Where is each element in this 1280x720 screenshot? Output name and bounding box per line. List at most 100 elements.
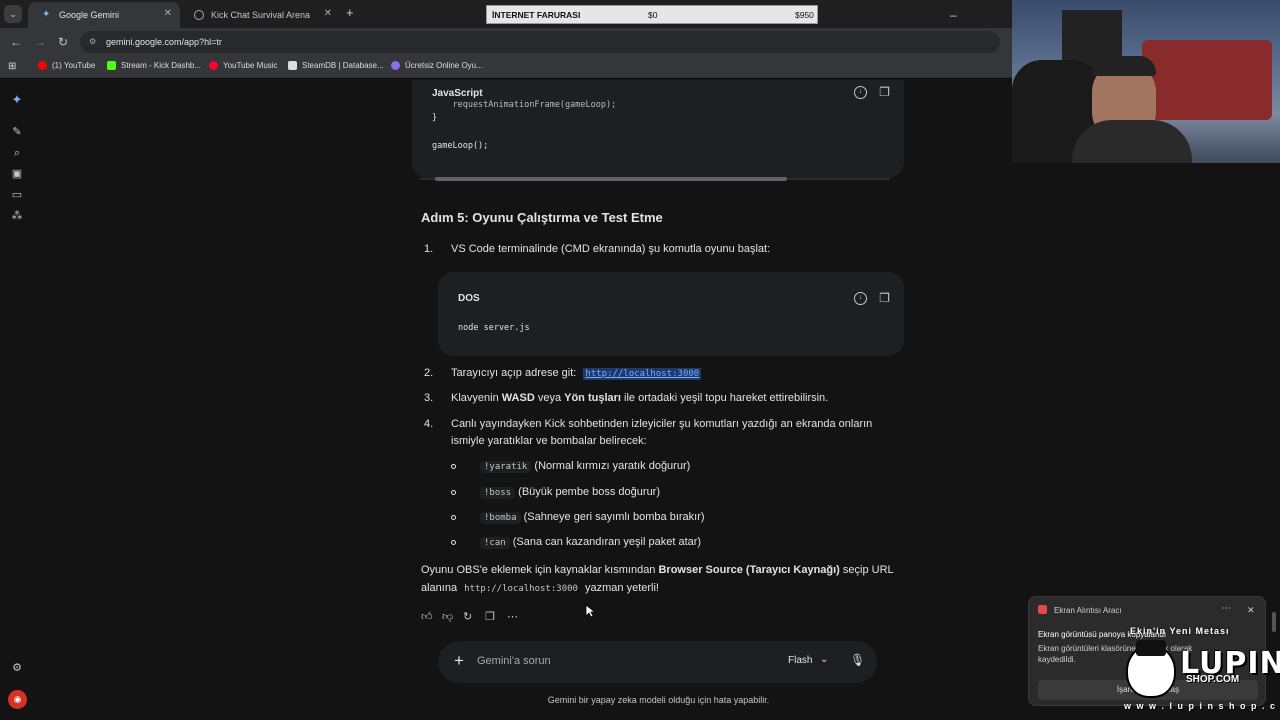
prompt-input[interactable]: Gemini'a sorun	[477, 655, 551, 667]
command-code: !yaratik	[480, 461, 532, 473]
command-desc: (Sahneye geri sayımlı bomba bırakır)	[523, 511, 705, 523]
list-number: 3.	[424, 392, 434, 404]
close-tab-icon[interactable]: ✕	[324, 8, 332, 19]
copy-response-icon[interactable]: ❐	[485, 610, 495, 623]
microphone-icon[interactable]: 🎙︎	[850, 653, 865, 667]
gems-icon[interactable]: ▭	[11, 189, 23, 201]
bookmark-steamdb[interactable]: SteamDB | Database...	[288, 61, 384, 70]
code-scrollbar-thumb[interactable]	[435, 177, 787, 181]
close-tab-icon[interactable]: ✕	[164, 8, 172, 19]
new-chat-icon[interactable]: ✎	[11, 126, 23, 138]
more-options-icon[interactable]: ⋯	[507, 610, 518, 623]
close-icon[interactable]: ✕	[1247, 605, 1255, 616]
search-icon[interactable]: ⌕	[11, 147, 23, 159]
code-block-javascript: JavaScript ↓ ❐ requestAnimationFrame(gam…	[412, 80, 904, 178]
command-desc: (Normal kırmızı yaratık doğurur)	[534, 460, 691, 472]
apps-grid-icon[interactable]: ⊞	[8, 61, 16, 72]
bullet-icon	[451, 515, 456, 520]
bookmark-label: (1) YouTube	[52, 61, 96, 70]
internet-bill-overlay: İNTERNET FARURASI $0 $950	[486, 5, 818, 24]
copy-code-icon[interactable]: ❐	[878, 86, 891, 99]
text-fragment: veya	[534, 392, 565, 404]
text-fragment: seçip URL	[839, 564, 894, 576]
address-bar[interactable]: ⚙ gemini.google.com/app?hl=tr	[80, 31, 1000, 53]
more-options-icon[interactable]: ⋯	[1221, 603, 1231, 614]
text-fragment: yazman yeterli!	[581, 582, 659, 594]
bold-text: WASD	[501, 392, 535, 404]
text-fragment: alanına	[421, 582, 461, 594]
bookmark-kick[interactable]: Stream - Kick Dashb...	[107, 61, 201, 70]
chevron-down-icon[interactable]: ⌄	[820, 654, 828, 665]
youtube-music-icon	[209, 61, 218, 70]
gallery-icon[interactable]: ▣	[11, 168, 23, 180]
bookmark-label: SteamDB | Database...	[302, 61, 384, 70]
gemini-favicon-icon: ✦	[42, 9, 51, 20]
list-item-3: Klavyenin WASD veya Yön tuşları ile orta…	[451, 392, 828, 404]
reload-icon[interactable]: ↻	[58, 35, 68, 49]
thumbs-down-icon[interactable]: 👎︎	[442, 610, 453, 623]
webcam-overlay	[1012, 0, 1280, 163]
list-item-text: ismiyle yaratıklar ve bombalar belirecek…	[451, 435, 647, 447]
bookmarks-bar: ⊞ (1) YouTube Stream - Kick Dashb... You…	[0, 56, 1012, 78]
download-code-icon[interactable]: ↓	[854, 86, 867, 99]
top-hat-icon	[1136, 640, 1166, 656]
list-item-2: Tarayıcıyı açıp adrese git: http://local…	[451, 367, 702, 380]
tab-search-button[interactable]: ⌄	[4, 5, 22, 23]
tab-google-gemini[interactable]: ✦ Google Gemini ✕	[28, 2, 180, 28]
notification-body: kaydedildi.	[1038, 655, 1076, 664]
minimize-icon[interactable]: –	[950, 8, 957, 22]
code-line: }	[432, 113, 438, 123]
regenerate-icon[interactable]: ↻	[463, 610, 472, 623]
gemini-logo-icon[interactable]: ✦	[11, 93, 23, 106]
list-item-text: Tarayıcıyı açıp adrese git:	[451, 367, 577, 379]
list-item-text: VS Code terminalinde (CMD ekranında) şu …	[451, 243, 771, 255]
code-line: node server.js	[458, 323, 530, 333]
model-selector[interactable]: Flash	[788, 655, 812, 666]
tab-title: Kick Chat Survival Arena	[211, 10, 311, 20]
download-code-icon[interactable]: ↓	[854, 292, 867, 305]
bullet-icon	[451, 490, 456, 495]
browser-tab-strip: ⌄ ✦ Google Gemini ✕ Kick Chat Survival A…	[0, 0, 1012, 28]
localhost-link[interactable]: http://localhost:3000	[583, 368, 702, 380]
page-scrollbar-thumb[interactable]	[1272, 612, 1276, 632]
step-heading: Adım 5: Oyunu Çalıştırma ve Test Etme	[421, 210, 663, 225]
prompt-input-bar: + Gemini'a sorun Flash ⌄ 🎙︎	[438, 641, 877, 683]
back-arrow-icon[interactable]: ←	[10, 35, 22, 49]
steamdb-icon	[288, 61, 297, 70]
snipping-tool-icon	[1038, 605, 1047, 614]
code-language-label: JavaScript	[432, 88, 483, 99]
command-item: !bomba (Sahneye geri sayımlı bomba bırak…	[480, 511, 705, 524]
list-number: 4.	[424, 418, 434, 430]
bookmark-youtube-music[interactable]: YouTube Music	[209, 61, 278, 70]
lupin-title: Ekin'in Yeni Metası	[1130, 626, 1230, 636]
command-code: !bomba	[480, 512, 521, 524]
notification-app-name: Ekran Alıntısı Aracı	[1054, 606, 1122, 615]
site-info-icon[interactable]: ⚙	[89, 37, 96, 46]
list-number: 1.	[424, 243, 434, 255]
disclaimer-footer: Gemini bir yapay zeka modeli olduğu için…	[547, 695, 770, 705]
command-code: !boss	[480, 487, 516, 499]
tab-title: Google Gemini	[59, 10, 120, 20]
bold-text: Browser Source (Tarayıcı Kaynağı)	[658, 564, 840, 576]
bookmark-online-games[interactable]: Ücretsiz Online Oyu...	[391, 61, 483, 70]
kick-icon	[107, 61, 116, 70]
apps-icon[interactable]: ⁂	[11, 210, 23, 222]
copy-code-icon[interactable]: ❐	[878, 292, 891, 305]
thumbs-up-icon[interactable]: 👍︎	[421, 610, 433, 623]
bookmark-youtube[interactable]: (1) YouTube	[38, 61, 95, 70]
bookmark-label: YouTube Music	[223, 61, 278, 70]
code-line: gameLoop();	[432, 141, 489, 151]
command-item: !can (Sana can kazandıran yeşil paket at…	[480, 536, 702, 549]
command-desc: (Sana can kazandıran yeşil paket atar)	[512, 536, 702, 548]
overlay-value-current: $0	[648, 9, 658, 20]
bullet-icon	[451, 540, 456, 545]
new-tab-button[interactable]: +	[346, 5, 354, 20]
list-item-text: Canlı yayındayken Kick sohbetinden izley…	[451, 418, 873, 430]
forward-arrow-icon[interactable]: →	[34, 35, 46, 49]
add-attachment-icon[interactable]: +	[454, 651, 464, 671]
code-block-dos: DOS ↓ ❐ node server.js	[438, 272, 904, 356]
bullet-icon	[451, 464, 456, 469]
tab-kick-chat[interactable]: Kick Chat Survival Arena ✕	[180, 2, 340, 28]
lupin-sponsor-overlay: Ekin'in Yeni Metası LUPIN SHOP.COM w w w…	[1124, 626, 1280, 716]
settings-gear-icon[interactable]: ⚙	[11, 662, 23, 674]
